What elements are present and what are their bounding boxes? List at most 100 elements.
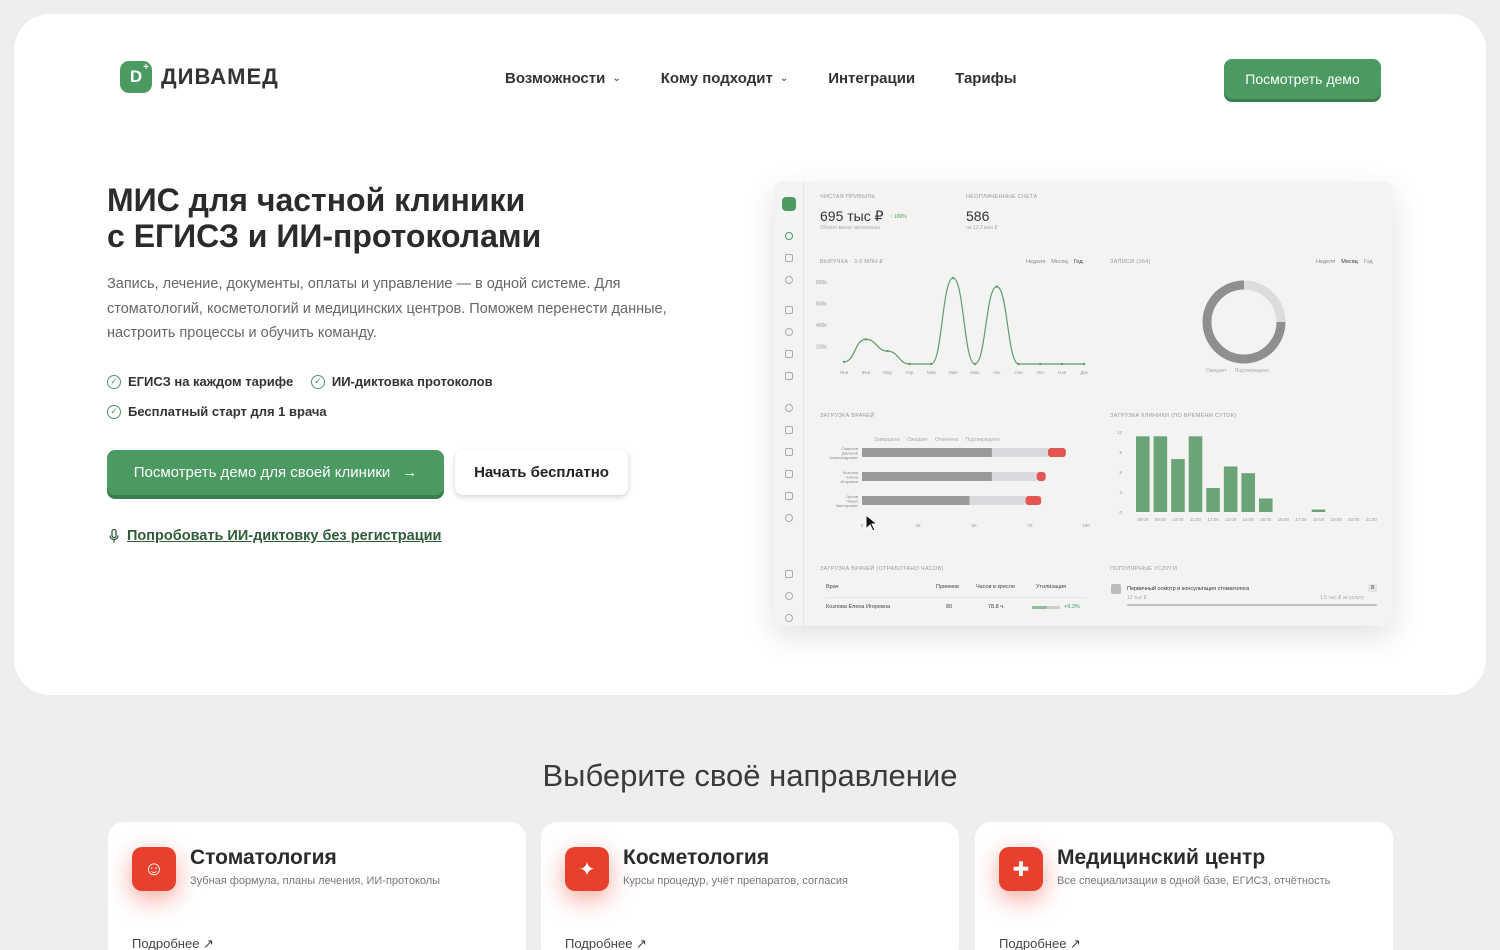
- kpi-unpaid-note: на 13,3 млн ₽: [966, 225, 998, 231]
- revenue-point: [842, 360, 846, 364]
- card-desc: Зубная формула, планы лечения, ИИ-проток…: [190, 875, 441, 887]
- feature-checklist: ✓ ЕГИСЗ на каждом тарифе ✓ ИИ-диктовка про…: [107, 372, 537, 432]
- dashboard-sidebar: [774, 182, 804, 626]
- card-more-link[interactable]: Подробнее ↗: [999, 936, 1081, 950]
- table-header: Врач Приемов Часов в кресле Утилизация: [826, 584, 1086, 598]
- x-tick-label: 0: [861, 523, 864, 528]
- nav-audience[interactable]: Кому подходит ⌄: [661, 70, 789, 87]
- popular-service-sum: 12 тыс ₽: [1127, 595, 1147, 601]
- bar-segment: [991, 472, 1037, 481]
- bar-category-label: Александрович: [829, 455, 858, 460]
- start-free-button[interactable]: Начать бесплатно: [455, 450, 628, 495]
- y-tick-label: 600k: [816, 302, 827, 308]
- main-nav: Возможности ⌄ Кому подходит ⌄ Интеграции Т…: [505, 70, 1017, 87]
- x-tick-label: 20:00: [1348, 517, 1360, 522]
- hospital-icon: ✚: [999, 847, 1043, 891]
- hours-table-title: ЗАГРУЗКА ВРАЧЕЙ (ОТРАБОТАНО ЧАСОВ): [820, 566, 944, 572]
- appointments-tabs: Неделя Месяц Год: [1316, 259, 1373, 265]
- legend-cancelled: Отменено: [934, 437, 959, 443]
- logo[interactable]: D + ДИВАМЕД: [120, 61, 279, 93]
- tab-year[interactable]: Год: [1074, 259, 1083, 265]
- hero-title: МИС для частной клиники с ЕГИСЗ и ИИ-про…: [107, 182, 542, 254]
- utilization-bar: [1032, 606, 1060, 609]
- table-row[interactable]: Козлова Елена Игоревна 80 78.8 ч. +9.3%: [826, 604, 1086, 618]
- money-icon: [785, 328, 793, 336]
- legend-waiting: Ожидает: [907, 437, 928, 443]
- clinic-load-bar: [1311, 509, 1326, 512]
- tab-week[interactable]: Неделя: [1316, 259, 1335, 265]
- clinic-load-bar: [1188, 436, 1203, 512]
- legend-confirmed: Подтверждено: [965, 437, 1000, 443]
- y-tick-label: 9: [1119, 450, 1122, 455]
- popular-service-bar: [1127, 604, 1377, 606]
- x-tick-label: 08:00: [1137, 517, 1149, 522]
- clinic-load-bar: [1206, 488, 1220, 512]
- phone-icon: [785, 492, 793, 500]
- x-tick-label: Сен: [1014, 370, 1023, 375]
- profile-icon: [785, 614, 793, 622]
- check-item: ✓ ЕГИСЗ на каждом тарифе: [107, 374, 293, 389]
- clock-icon: [785, 514, 793, 522]
- revenue-point: [1082, 362, 1086, 366]
- y-tick-label: 400k: [816, 323, 827, 329]
- donut-legend: Ожидает Подтверждено: [1206, 368, 1269, 374]
- revenue-point: [1039, 362, 1042, 366]
- direction-card-cosmetology[interactable]: ✦ Косметология Курсы процедур, учёт преп…: [541, 822, 959, 950]
- logo-mark-icon: D +: [120, 61, 152, 93]
- check-item: ✓ ИИ-диктовка протоколов: [310, 374, 493, 389]
- check-circle-icon: ✓: [107, 404, 121, 419]
- x-tick-label: Апр: [905, 370, 913, 375]
- tab-week[interactable]: Неделя: [1026, 259, 1045, 265]
- chevron-down-icon: ⌄: [612, 73, 621, 84]
- direction-card-dentistry[interactable]: ☺ Стоматология Зубная формула, планы леч…: [108, 822, 526, 950]
- clinic-load-bar: [1259, 498, 1273, 512]
- user-icon: [785, 276, 793, 284]
- tab-month[interactable]: Месяц: [1341, 259, 1358, 265]
- x-tick-label: 21:00: [1366, 517, 1378, 522]
- y-tick-label: 200k: [816, 345, 827, 351]
- card-title: Медицинский центр: [1057, 846, 1266, 869]
- x-tick-label: Июн: [949, 370, 959, 375]
- x-tick-label: Ноя: [1058, 370, 1067, 375]
- x-tick-label: 09:00: [1155, 517, 1167, 522]
- check-circle-icon: ✓: [107, 374, 121, 389]
- bar-segment: [1025, 496, 1042, 505]
- warning-icon: [785, 426, 793, 434]
- revenue-point: [1060, 362, 1064, 366]
- nav-pricing[interactable]: Тарифы: [955, 70, 1016, 87]
- card-icon: [785, 306, 793, 314]
- popular-service-count: 8: [1368, 584, 1378, 592]
- direction-card-medical-center[interactable]: ✚ Медицинский центр Все специализации в …: [975, 822, 1393, 950]
- y-tick-label: 12: [1117, 430, 1123, 435]
- microphone-icon: [109, 529, 119, 543]
- task-icon: [785, 570, 793, 578]
- demo-for-clinic-button[interactable]: Посмотреть демо для своей клиники →: [107, 450, 444, 495]
- bar-category-label: Игоревна: [841, 479, 859, 484]
- header-demo-button[interactable]: Посмотреть демо: [1224, 59, 1381, 99]
- nav-features[interactable]: Возможности ⌄: [505, 70, 621, 87]
- revenue-point: [973, 362, 977, 366]
- calendar-icon: [785, 254, 793, 262]
- x-tick-label: 12:00: [1207, 517, 1219, 522]
- try-dictation-link[interactable]: Попробовать ИИ-диктовку без регистрации: [109, 528, 441, 544]
- card-title: Косметология: [623, 846, 770, 869]
- bar-segment: [862, 472, 992, 481]
- list-icon: [785, 372, 793, 380]
- tab-month[interactable]: Месяц: [1051, 259, 1068, 265]
- dashboard-logo-icon: [782, 197, 796, 211]
- revenue-point: [995, 285, 998, 288]
- tab-year[interactable]: Год: [1364, 259, 1373, 265]
- card-more-link[interactable]: Подробнее ↗: [565, 936, 647, 950]
- x-tick-label: Июл: [970, 370, 980, 375]
- x-tick-label: 25: [915, 523, 921, 528]
- legend-waiting: Ожидает: [1206, 368, 1227, 374]
- service-icon: [1111, 584, 1121, 594]
- x-tick-label: 14:00: [1243, 517, 1255, 522]
- smile-icon: ☺: [132, 847, 176, 891]
- card-more-link[interactable]: Подробнее ↗: [132, 936, 214, 950]
- y-tick-label: 6: [1119, 470, 1122, 475]
- revenue-tabs: Неделя Месяц Год: [1026, 259, 1083, 265]
- kpi-unpaid-value: 586: [966, 208, 990, 224]
- popular-service-avg: 1.5 тыс ₽ за услугу: [1320, 595, 1364, 601]
- nav-integrations[interactable]: Интеграции: [828, 70, 915, 87]
